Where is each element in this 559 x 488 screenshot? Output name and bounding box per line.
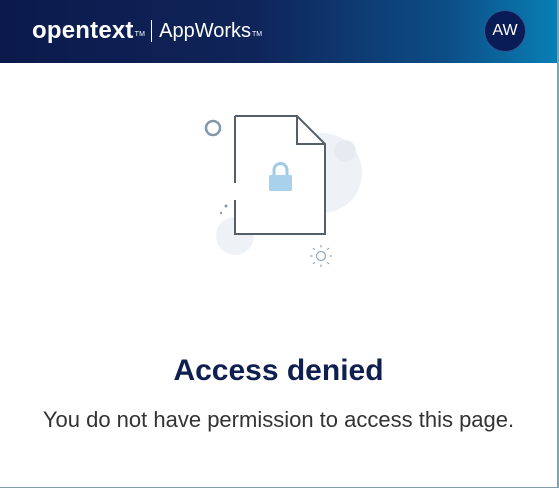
lock-body — [269, 175, 292, 191]
app-header: opentextTM AppWorksTM AW — [0, 0, 557, 63]
dot-decoration — [219, 211, 223, 215]
brand-logo: opentextTM AppWorksTM — [32, 17, 262, 45]
bg-circle-small — [334, 140, 356, 162]
page-title: Access denied — [173, 354, 384, 387]
brand-divider — [151, 20, 153, 42]
sparkle-decoration — [310, 245, 332, 267]
product-name: AppWorksTM — [159, 20, 263, 42]
opentext-logo: opentextTM — [32, 17, 146, 44]
ring-decoration — [204, 119, 222, 137]
user-avatar[interactable]: AW — [484, 10, 526, 52]
error-message: You do not have permission to access thi… — [42, 407, 515, 432]
locked-document-illustration — [204, 115, 362, 267]
dot-decoration — [224, 204, 228, 208]
